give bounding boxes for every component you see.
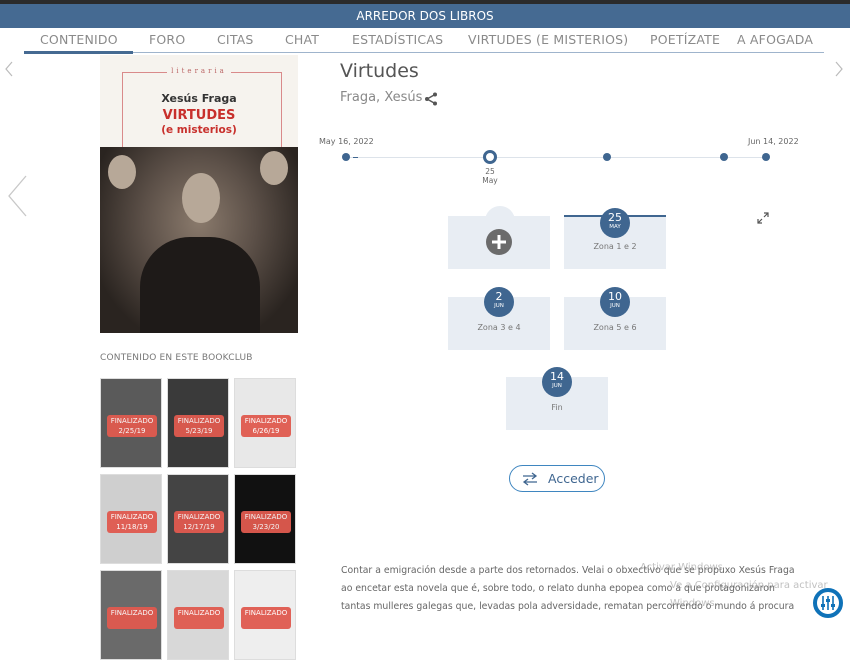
- photo-child-left: [108, 155, 136, 189]
- badge-status: FINALIZADO: [110, 609, 154, 617]
- bookclub-section-label: CONTENIDO EN ESTE BOOKCLUB: [100, 353, 253, 363]
- finalizado-badge: FINALIZADO 11/18/19: [107, 511, 157, 533]
- tab-citas[interactable]: CITAS: [217, 32, 254, 47]
- timeline-current-day: 25: [485, 167, 495, 176]
- cover-series: literaria: [100, 67, 298, 75]
- finalizado-badge: FINALIZADO 3/23/20: [241, 511, 291, 533]
- zone-card-label: Zona 5 e 6: [593, 323, 637, 332]
- cover-photo: [100, 147, 298, 333]
- acceder-button[interactable]: Acceder: [509, 465, 605, 492]
- bookclub-item[interactable]: FINALIZADO: [100, 570, 162, 660]
- badge-status: FINALIZADO: [244, 417, 288, 425]
- bookclub-item[interactable]: FINALIZADO 3/23/20: [234, 474, 296, 564]
- badge-status: FINALIZADO: [110, 513, 154, 521]
- finalizado-badge: FINALIZADO: [107, 607, 157, 629]
- timeline-start-date: May 16, 2022: [319, 137, 374, 146]
- timeline-point-start[interactable]: [342, 153, 350, 161]
- app-title: ARREDOR DOS LIBROS: [0, 4, 850, 28]
- finalizado-badge: FINALIZADO 12/17/19: [174, 511, 224, 533]
- cover-subtitle: (e misterios): [161, 124, 237, 136]
- finalizado-badge: FINALIZADO: [241, 607, 291, 629]
- badge-date: 5/23/19: [185, 427, 213, 435]
- finalizado-badge: FINALIZADO: [174, 607, 224, 629]
- book-author[interactable]: Fraga, Xesús: [340, 90, 422, 105]
- book-title: Virtudes: [340, 60, 419, 82]
- bookclub-item[interactable]: FINALIZADO: [234, 570, 296, 660]
- tab-virtudes[interactable]: VIRTUDES (E MISTERIOS): [468, 32, 628, 47]
- tab-a-afogada[interactable]: A AFOGADA: [737, 32, 813, 47]
- badge-date: 11/18/19: [116, 523, 148, 531]
- badge-date: 6/26/19: [252, 427, 280, 435]
- badge-status: FINALIZADO: [177, 609, 221, 617]
- tab-poetizate[interactable]: POETÍZATE: [650, 32, 720, 47]
- badge-date: 12/17/19: [183, 523, 215, 531]
- bookclub-item[interactable]: FINALIZADO: [167, 570, 229, 660]
- tab-estadisticas[interactable]: ESTADÍSTICAS: [352, 32, 443, 47]
- tab-underline: [24, 52, 824, 53]
- date-badge: 2 JUN: [484, 287, 514, 317]
- date-badge: 14 JUN: [542, 367, 572, 397]
- date-month: JUN: [552, 383, 562, 389]
- timeline-current-label: 25 May: [478, 167, 502, 185]
- date-badge: 25 MAY: [600, 208, 630, 238]
- timeline-track: [346, 157, 766, 158]
- tabs-scroll-left-icon[interactable]: [4, 61, 14, 77]
- photo-child-right: [260, 151, 288, 185]
- timeline-point-end[interactable]: [762, 153, 770, 161]
- date-day: 14: [550, 370, 564, 383]
- tabs-scroll-right-icon[interactable]: [834, 61, 844, 77]
- zone-card-label: Fin: [551, 403, 563, 412]
- book-cover: literaria Xesús Fraga VIRTUDES (e mister…: [100, 55, 298, 333]
- badge-status: FINALIZADO: [177, 513, 221, 521]
- active-tab-indicator: [24, 51, 133, 54]
- accessibility-fab[interactable]: [813, 588, 843, 618]
- finalizado-badge: FINALIZADO 5/23/19: [174, 415, 224, 437]
- cover-series-text: literaria: [167, 67, 231, 75]
- zone-card-label: Zona 3 e 4: [477, 323, 521, 332]
- timeline-current-month: May: [482, 176, 498, 185]
- finalizado-badge: FINALIZADO 2/25/19: [107, 415, 157, 437]
- date-day: 2: [495, 290, 503, 303]
- badge-status: FINALIZADO: [177, 417, 221, 425]
- bookclub-item[interactable]: FINALIZADO 5/23/19: [167, 378, 229, 468]
- timeline-progress: [353, 157, 358, 158]
- tab-contenido[interactable]: CONTENIDO: [40, 32, 118, 47]
- photo-woman-face: [182, 173, 220, 223]
- badge-status: FINALIZADO: [244, 513, 288, 521]
- sliders-icon: [821, 596, 835, 610]
- finalizado-badge: FINALIZADO 6/26/19: [241, 415, 291, 437]
- badge-date: 2/25/19: [118, 427, 146, 435]
- watermark-line1: Activar Windows: [640, 562, 723, 573]
- timeline-point-jun2[interactable]: [603, 153, 611, 161]
- acceder-label: Acceder: [548, 471, 599, 486]
- bookclub-item[interactable]: FINALIZADO 6/26/19: [234, 378, 296, 468]
- timeline-point-jun10[interactable]: [720, 153, 728, 161]
- zone-card-label: Zona 1 e 2: [593, 242, 637, 251]
- timeline-point-current[interactable]: [483, 150, 497, 164]
- badge-date: 3/23/20: [252, 523, 280, 531]
- date-month: JUN: [494, 303, 504, 309]
- share-icon[interactable]: [424, 92, 438, 106]
- tab-chat[interactable]: CHAT: [285, 32, 319, 47]
- tab-foro[interactable]: FORO: [149, 32, 185, 47]
- swap-arrows-icon: [522, 472, 538, 486]
- cover-author: Xesús Fraga: [161, 92, 237, 105]
- bookclub-item[interactable]: FINALIZADO 12/17/19: [167, 474, 229, 564]
- badge-status: FINALIZADO: [244, 609, 288, 617]
- date-badge: 10 JUN: [600, 287, 630, 317]
- date-day: 10: [608, 290, 622, 303]
- cover-title: VIRTUDES: [162, 108, 236, 123]
- previous-arrow-icon[interactable]: [6, 174, 30, 218]
- timeline-end-date: Jun 14, 2022: [748, 137, 799, 146]
- bookclub-item[interactable]: FINALIZADO 11/18/19: [100, 474, 162, 564]
- badge-status: FINALIZADO: [110, 417, 154, 425]
- photo-woman-dress: [140, 237, 260, 333]
- expand-icon[interactable]: [757, 212, 769, 224]
- date-day: 25: [608, 211, 622, 224]
- bookclub-item[interactable]: FINALIZADO 2/25/19: [100, 378, 162, 468]
- add-icon[interactable]: [486, 229, 512, 255]
- date-month: MAY: [609, 224, 621, 230]
- date-month: JUN: [610, 303, 620, 309]
